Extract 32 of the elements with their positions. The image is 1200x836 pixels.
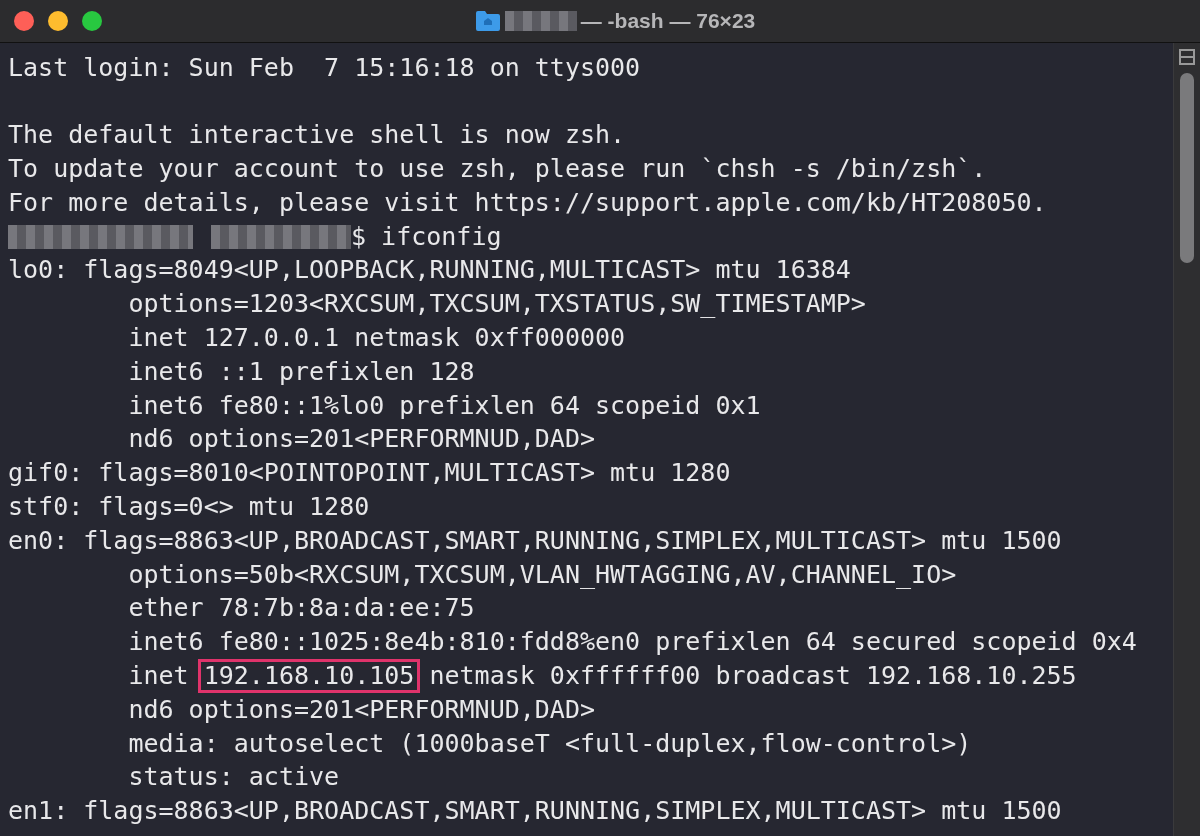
terminal-text: For more details, please visit https://support.apple.com/kb/HT208050. [8,186,1047,219]
terminal-text: inet [127,660,190,692]
scroll-bar[interactable] [1173,42,1200,836]
terminal-text: options=50b<RXCSUM,TXCSUM,VLAN_HWTAGGING,AV,CHANNEL_IO> [127,558,957,591]
terminal-text: netmask 0xffffff00 broadcast 192.168.10.255 [428,660,1077,692]
window-title: — -bash — 76×23 [580,8,756,33]
terminal-text: en0: flags=8863<UP,BROADCAST,SMART,RUNNING,SIMPLEX,MULTICAST> mtu 1500 [8,524,1062,557]
terminal-text: $ ifconfig [351,220,502,253]
terminal-text: nd6 options=201<PERFORMNUD,DAD> [127,423,595,456]
split-icon[interactable] [1179,48,1195,65]
terminal-text: stf0: flags=0<> mtu 1280 [8,491,370,524]
terminal-text: gif0: flags=8010<POINTOPOINT,MULTICAST> mtu 1280 [8,457,731,490]
terminal-text: To update your account to use zsh, please run `chsh -s /bin/zsh`. [8,153,987,186]
terminal-text: status: active [127,761,340,794]
terminal-text: Last login: Sun Feb 7 15:16:18 on ttys000 [8,51,641,84]
terminal-text: options=1203<RXCSUM,TXCSUM,TXSTATUS,SW_TIMESTAMP> [127,288,866,321]
terminal-text: inet6 fe80::1%lo0 prefixlen 64 scopeid 0x1 [127,389,761,422]
terminal-text: inet6 ::1 prefixlen 128 [127,355,475,388]
terminal-text: en1: flags=8863<UP,BROADCAST,SMART,RUNNING,SIMPLEX,MULTICAST> mtu 1500 [8,795,1062,828]
terminal-text: lo0: flags=8049<UP,LOOPBACK,RUNNING,MULTICAST> mtu 16384 [8,254,851,287]
close-button[interactable] [14,10,34,31]
highlighted-text: 192.168.10.105 [197,658,421,693]
folder-icon [474,9,501,32]
terminal-text: ether 78:7b:8a:da:ee:75 [127,592,475,625]
zoom-button[interactable] [82,10,102,31]
scroll-thumb[interactable] [1180,72,1194,263]
minimize-button[interactable] [48,10,68,31]
terminal-text: nd6 options=201<PERFORMNUD,DAD> [127,693,595,726]
terminal-text: inet 127.0.0.1 netmask 0xff000000 [127,322,626,355]
terminal-text: media: autoselect (1000baseT <full-duplex,flow-control>) [127,727,972,760]
terminal-text: inet6 fe80::1025:8e4b:810:fdd8%en0 prefixlen 64 secured scopeid 0x4 [127,626,1137,659]
terminal-text: The default interactive shell is now zsh. [8,119,626,152]
